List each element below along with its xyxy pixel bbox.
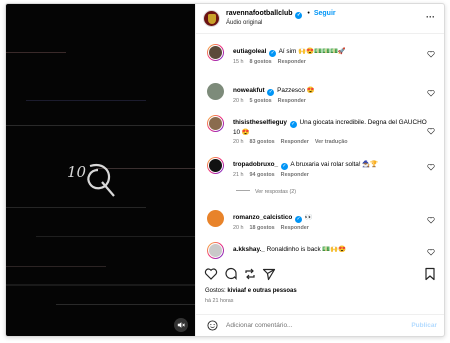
comment-likes[interactable]: 5 gostos xyxy=(250,98,272,104)
comment-text: tropadobruxo_ ✓ A bruxaria vai rolar sol… xyxy=(233,160,433,170)
comment-time[interactable]: 20 h xyxy=(233,98,244,104)
comment-likes[interactable]: 83 gostos xyxy=(250,139,275,145)
follow-button[interactable]: Seguir xyxy=(314,10,336,17)
heart-icon[interactable] xyxy=(427,163,435,171)
comment-text: a.kkshay._ Ronaldinho is back 💵🙌😍 xyxy=(233,245,433,254)
liker-username[interactable]: kiviaaf xyxy=(227,288,246,294)
comment-meta: 20 h 18 gostos Responder xyxy=(233,225,315,231)
view-replies-link[interactable]: Ver respostas (2) xyxy=(236,189,296,195)
comment-body: 👀 xyxy=(304,214,313,221)
comment-author[interactable]: tropadobruxo_ xyxy=(233,161,278,168)
audio-label[interactable]: Áudio original xyxy=(226,20,262,26)
avatar[interactable] xyxy=(207,44,224,61)
reply-button[interactable]: Responder xyxy=(278,59,306,65)
publish-button[interactable]: Publicar xyxy=(411,322,437,329)
reply-button[interactable]: Responder xyxy=(281,225,309,231)
avatar[interactable] xyxy=(207,210,224,227)
heart-icon[interactable] xyxy=(427,89,435,97)
verified-badge-icon: ✓ xyxy=(267,89,275,96)
repost-icon[interactable] xyxy=(243,267,257,281)
video-scanline xyxy=(26,100,146,101)
comment-body: A bruxaria vai rolar solta! 🧙🏾‍♂️🏆 xyxy=(290,161,379,168)
mute-button[interactable] xyxy=(174,318,188,332)
comment-meta: 15 h 8 gostos Responder xyxy=(233,59,312,65)
comment-body: Aí sim 🙌😍💵💵💵🚀 xyxy=(278,48,346,55)
avatar[interactable] xyxy=(203,10,220,27)
comment-text: eutiagoleal ✓ Aí sim 🙌😍💵💵💵🚀 xyxy=(233,47,433,57)
video-scanline xyxy=(6,207,146,208)
verified-badge-icon: ✓ xyxy=(289,121,297,128)
reply-button[interactable]: Responder xyxy=(281,139,309,145)
post-header: ravennafootballclub ✓ • Seguir Áudio ori… xyxy=(196,4,444,34)
comment-body: Ronaldinho is back 💵🙌😍 xyxy=(266,246,347,253)
comment-meta: 21 h 94 gostos Responder xyxy=(233,172,315,178)
verified-badge-icon: ✓ xyxy=(295,12,303,19)
more-horizontal-icon[interactable]: ··· xyxy=(426,13,435,22)
verified-badge-icon: ✓ xyxy=(295,216,303,223)
video-scanline xyxy=(36,236,195,237)
video-scanline xyxy=(6,266,106,267)
heart-icon[interactable] xyxy=(427,216,435,224)
reply-button[interactable]: Responder xyxy=(278,98,306,104)
bookmark-icon[interactable] xyxy=(423,267,437,281)
likes-summary: Gostos: kiviaaf e outras pessoas xyxy=(205,288,297,294)
smiley-icon[interactable] xyxy=(207,320,218,331)
comment-likes[interactable]: 8 gostos xyxy=(250,59,272,65)
verified-badge-icon: ✓ xyxy=(280,163,288,170)
comments-list[interactable]: eutiagoleal ✓ Aí sim 🙌😍💵💵💵🚀 15 h 8 gostos… xyxy=(196,35,444,265)
speaker-muted-icon xyxy=(177,322,185,328)
heart-icon[interactable] xyxy=(427,127,435,135)
send-icon[interactable] xyxy=(262,267,276,281)
translate-link[interactable]: Ver tradução xyxy=(315,139,348,145)
comment-text: romanzo_calcistico ✓ 👀 xyxy=(233,213,433,223)
avatar[interactable] xyxy=(207,83,224,100)
add-comment-bar: Publicar xyxy=(196,314,444,336)
reply-button[interactable]: Responder xyxy=(281,172,309,178)
comment-input[interactable] xyxy=(226,319,396,332)
ronaldinho-10-logo: 10 xyxy=(67,163,115,197)
post-author-line: ravennafootballclub ✓ • Seguir xyxy=(226,10,336,19)
post-timestamp[interactable]: há 21 horas xyxy=(205,298,233,304)
logo-number: 10 xyxy=(67,163,87,181)
likes-prefix: Gostos: xyxy=(205,288,228,294)
verified-badge-icon: ✓ xyxy=(269,50,277,57)
instagram-post-window: 10 ravennafootballclub ✓ • Seguir Áudio … xyxy=(5,3,445,337)
comment-time[interactable]: 21 h xyxy=(233,172,244,178)
post-author[interactable]: ravennafootballclub xyxy=(226,10,293,17)
video-scanline xyxy=(6,284,195,286)
comment-likes[interactable]: 94 gostos xyxy=(250,172,275,178)
comment-text: noweakfut ✓ Pazzesco 😍 xyxy=(233,86,433,96)
comment-author[interactable]: romanzo_calcistico xyxy=(233,214,292,221)
avatar[interactable] xyxy=(207,115,224,132)
video-player[interactable]: 10 xyxy=(6,4,195,336)
comment-time[interactable]: 20 h xyxy=(233,225,244,231)
avatar[interactable] xyxy=(207,157,224,174)
video-scanline xyxy=(6,52,66,53)
avatar[interactable] xyxy=(207,242,224,259)
comment-likes[interactable]: 18 gostos xyxy=(250,225,275,231)
comment-body: Pazzesco 😍 xyxy=(277,87,315,94)
comment-meta: 20 h 83 gostos Responder Ver tradução xyxy=(233,139,354,145)
comment-text: thisistheselfieguy ✓ Una giocata incredi… xyxy=(233,118,433,137)
comment-author[interactable]: thisistheselfieguy xyxy=(233,119,287,126)
comment-author[interactable]: a.kkshay._ xyxy=(233,246,265,253)
video-scanline xyxy=(56,304,195,305)
comment-time[interactable]: 20 h xyxy=(233,139,244,145)
video-scanline xyxy=(6,125,195,126)
heart-icon[interactable] xyxy=(427,50,435,58)
comment-author[interactable]: noweakfut xyxy=(233,87,265,94)
post-panel: ravennafootballclub ✓ • Seguir Áudio ori… xyxy=(195,4,444,336)
heart-icon[interactable] xyxy=(204,267,218,281)
heart-icon[interactable] xyxy=(427,248,435,256)
comment-time[interactable]: 15 h xyxy=(233,59,244,65)
post-actions xyxy=(196,267,444,285)
separator-dot: • xyxy=(307,10,310,17)
comment-author[interactable]: eutiagoleal xyxy=(233,48,266,55)
comment-bubble-icon[interactable] xyxy=(224,267,238,281)
comment-meta: 20 h 5 gostos Responder xyxy=(233,98,312,104)
likes-others[interactable]: e outras pessoas xyxy=(246,288,297,294)
